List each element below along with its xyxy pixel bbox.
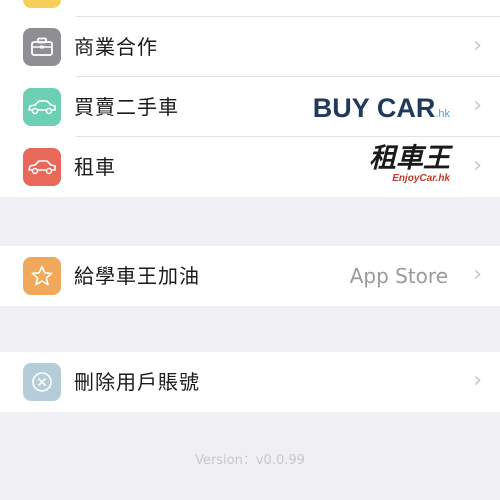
menu-group-2: 給學車王加油 App Store ›	[0, 246, 500, 306]
enjoycar-logo: 租車王 EnjoyCar.hk	[369, 143, 450, 184]
chevron-right-icon: ›	[473, 368, 482, 393]
menu-item-rent-car[interactable]: 租車 租車王 EnjoyCar.hk ›	[0, 137, 500, 197]
menu-item-label: 買賣二手車	[74, 95, 179, 119]
menu-item-used-car[interactable]: 買賣二手車 BUY CAR.hk ›	[0, 77, 500, 137]
partial-row-top[interactable]	[0, 0, 500, 17]
app-store-detail: App Store	[349, 264, 448, 288]
version-text: Version：v0.0.99	[195, 453, 305, 468]
buycar-logo: BUY CAR.hk	[312, 93, 450, 123]
menu-group-3: 刪除用戶賬號 ›	[0, 352, 500, 412]
chevron-right-icon: ›	[473, 153, 482, 178]
chevron-right-icon: ›	[473, 262, 482, 287]
partial-icon	[23, 0, 61, 8]
chevron-right-icon: ›	[473, 33, 482, 58]
briefcase-icon	[23, 28, 61, 66]
menu-item-label: 商業合作	[74, 35, 158, 59]
car-icon	[23, 148, 61, 186]
menu-item-label: 給學車王加油	[74, 264, 200, 288]
menu-item-label: 刪除用戶賬號	[74, 370, 200, 394]
menu-item-delete-account[interactable]: 刪除用戶賬號 ›	[0, 352, 500, 412]
car-icon	[23, 88, 61, 126]
menu-item-rate-app[interactable]: 給學車王加油 App Store ›	[0, 246, 500, 306]
menu-group-1: 商業合作 › 買賣二手車 BUY CAR.hk › 租車 租車王 EnjoyCa…	[0, 17, 500, 197]
star-icon	[23, 257, 61, 295]
menu-item-business[interactable]: 商業合作 ›	[0, 17, 500, 77]
close-circle-icon	[23, 363, 61, 401]
menu-item-label: 租車	[74, 155, 116, 179]
chevron-right-icon: ›	[473, 93, 482, 118]
